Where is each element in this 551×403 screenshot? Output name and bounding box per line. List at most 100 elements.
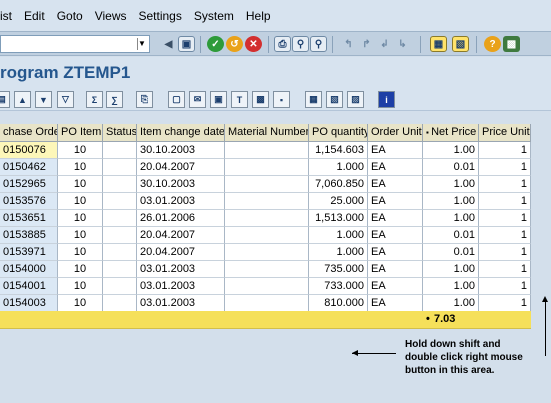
purchase-order-cell[interactable]: 0153885 <box>0 227 58 244</box>
table-row[interactable]: 0154001 10 03.01.2003 733.000 EA 1.00 1 <box>0 278 531 296</box>
price-unit-cell[interactable]: 1 <box>479 142 531 159</box>
first-page-icon[interactable]: ↰ <box>340 36 357 52</box>
column-header-price-unit[interactable]: Price Unit <box>479 124 531 142</box>
status-cell[interactable] <box>103 210 137 227</box>
po-item-cell[interactable]: 10 <box>58 244 103 261</box>
purchase-order-cell[interactable]: 0154001 <box>0 278 58 295</box>
select-layout-icon[interactable]: ▧ <box>326 91 343 108</box>
material-number-cell[interactable] <box>225 244 309 261</box>
po-quantity-cell[interactable]: 1,154.603 <box>309 142 368 159</box>
order-unit-cell[interactable]: EA <box>368 295 423 312</box>
item-change-date-cell[interactable]: 30.10.2003 <box>137 176 225 193</box>
column-header-net-price[interactable]: ▪ Net Price <box>423 124 479 142</box>
material-number-cell[interactable] <box>225 159 309 176</box>
purchase-order-cell[interactable]: 0153651 <box>0 210 58 227</box>
net-price-cell[interactable]: 0.01 <box>423 244 479 261</box>
set-filter-icon[interactable]: ▽ <box>57 91 74 108</box>
material-number-cell[interactable] <box>225 142 309 159</box>
item-change-date-cell[interactable]: 20.04.2007 <box>137 227 225 244</box>
order-unit-cell[interactable]: EA <box>368 261 423 278</box>
mail-icon[interactable]: ✉ <box>189 91 206 108</box>
price-unit-cell[interactable]: 1 <box>479 210 531 227</box>
column-header-po-item[interactable]: PO Item <box>58 124 103 142</box>
price-unit-cell[interactable]: 1 <box>479 176 531 193</box>
status-cell[interactable] <box>103 244 137 261</box>
price-unit-cell[interactable]: 1 <box>479 244 531 261</box>
spreadsheet-icon[interactable]: ▩ <box>252 91 269 108</box>
menu-settings[interactable]: Settings <box>139 9 182 23</box>
menu-list[interactable]: ist <box>0 9 12 23</box>
status-cell[interactable] <box>103 261 137 278</box>
shortcut-icon[interactable]: ▧ <box>452 36 469 52</box>
po-item-cell[interactable]: 10 <box>58 193 103 210</box>
net-price-cell[interactable]: 1.00 <box>423 193 479 210</box>
net-price-cell[interactable]: 0.01 <box>423 227 479 244</box>
print-icon[interactable]: ⎙ <box>274 36 291 52</box>
save-icon[interactable]: ▣ <box>178 36 195 52</box>
po-item-cell[interactable]: 10 <box>58 176 103 193</box>
column-header-order-unit[interactable]: Order Unit <box>368 124 423 142</box>
po-quantity-cell[interactable]: 1,513.000 <box>309 210 368 227</box>
item-change-date-cell[interactable]: 03.01.2003 <box>137 295 225 312</box>
next-page-icon[interactable]: ↲ <box>376 36 393 52</box>
filter-icon[interactable]: ▼ <box>35 91 52 108</box>
find-icon[interactable]: ⚲ <box>292 36 309 52</box>
save-layout-icon[interactable]: ▨ <box>347 91 364 108</box>
material-number-cell[interactable] <box>225 210 309 227</box>
find-next-icon[interactable]: ⚲ <box>310 36 327 52</box>
layout-icon[interactable]: ▩ <box>503 36 520 52</box>
info-icon[interactable]: i <box>378 91 395 108</box>
item-change-date-cell[interactable]: 26.01.2006 <box>137 210 225 227</box>
price-unit-cell[interactable]: 1 <box>479 261 531 278</box>
status-cell[interactable] <box>103 176 137 193</box>
po-item-cell[interactable]: 10 <box>58 261 103 278</box>
purchase-order-cell[interactable]: 0150076 <box>0 142 58 159</box>
table-row[interactable]: 0153971 10 20.04.2007 1.000 EA 0.01 1 <box>0 244 531 262</box>
print-preview-icon[interactable]: ⎘ <box>136 91 153 108</box>
total-icon[interactable]: Σ <box>86 91 103 108</box>
price-unit-cell[interactable]: 1 <box>479 159 531 176</box>
po-item-cell[interactable]: 10 <box>58 295 103 312</box>
menu-help[interactable]: Help <box>246 9 271 23</box>
order-unit-cell[interactable]: EA <box>368 244 423 261</box>
purchase-order-cell[interactable]: 0153971 <box>0 244 58 261</box>
net-price-cell[interactable]: 1.00 <box>423 210 479 227</box>
net-price-cell[interactable]: 1.00 <box>423 261 479 278</box>
po-quantity-cell[interactable]: 735.000 <box>309 261 368 278</box>
po-quantity-cell[interactable]: 733.000 <box>309 278 368 295</box>
item-change-date-cell[interactable]: 30.10.2003 <box>137 142 225 159</box>
menu-edit[interactable]: Edit <box>24 9 45 23</box>
help-icon[interactable]: ? <box>484 36 501 52</box>
material-number-cell[interactable] <box>225 193 309 210</box>
po-item-cell[interactable]: 10 <box>58 210 103 227</box>
order-unit-cell[interactable]: EA <box>368 227 423 244</box>
net-price-cell[interactable]: 0.01 <box>423 159 479 176</box>
po-quantity-cell[interactable]: 1.000 <box>309 159 368 176</box>
material-number-cell[interactable] <box>225 278 309 295</box>
price-unit-cell[interactable]: 1 <box>479 227 531 244</box>
po-quantity-cell[interactable]: 7,060.850 <box>309 176 368 193</box>
cancel-icon[interactable]: ✕ <box>245 36 262 52</box>
material-number-cell[interactable] <box>225 261 309 278</box>
last-page-icon[interactable]: ↳ <box>394 36 411 52</box>
purchase-order-cell[interactable]: 0153576 <box>0 193 58 210</box>
table-row[interactable]: 0153651 10 26.01.2006 1,513.000 EA 1.00 1 <box>0 210 531 228</box>
details-icon[interactable]: ▤ <box>0 91 10 108</box>
menu-views[interactable]: Views <box>95 9 127 23</box>
po-item-cell[interactable]: 10 <box>58 142 103 159</box>
item-change-date-cell[interactable]: 03.01.2003 <box>137 278 225 295</box>
table-row[interactable]: 0153885 10 20.04.2007 1.000 EA 0.01 1 <box>0 227 531 245</box>
order-unit-cell[interactable]: EA <box>368 159 423 176</box>
column-header-item-change-date[interactable]: Item change date <box>137 124 225 142</box>
status-cell[interactable] <box>103 278 137 295</box>
purchase-order-cell[interactable]: 0154003 <box>0 295 58 312</box>
material-number-cell[interactable] <box>225 227 309 244</box>
command-field[interactable]: ▼ <box>0 35 150 53</box>
enter-icon[interactable]: ✓ <box>207 36 224 52</box>
po-quantity-cell[interactable]: 810.000 <box>309 295 368 312</box>
menu-goto[interactable]: Goto <box>57 9 83 23</box>
order-unit-cell[interactable]: EA <box>368 210 423 227</box>
subtotal-icon[interactable]: ∑ <box>106 91 123 108</box>
new-session-icon[interactable]: ▦ <box>430 36 447 52</box>
net-price-cell[interactable]: 1.00 <box>423 142 479 159</box>
